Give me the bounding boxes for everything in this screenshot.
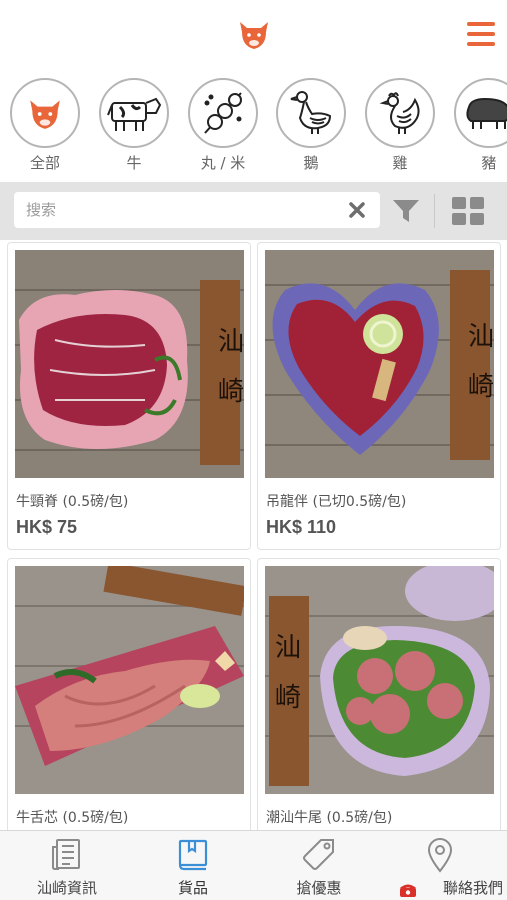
- svg-text:汕: 汕: [275, 633, 301, 663]
- toolbar-divider: [434, 194, 435, 228]
- ox-head-logo-icon: [10, 78, 80, 148]
- nav-products[interactable]: 貨品: [130, 831, 256, 900]
- category-beef[interactable]: 牛: [95, 76, 173, 173]
- search-toolbar: [0, 182, 507, 240]
- product-name: 牛頸脊 (0.5磅/包): [16, 494, 129, 510]
- filter-icon[interactable]: [392, 198, 420, 224]
- svg-text:崎: 崎: [275, 683, 301, 713]
- product-card[interactable]: 汕 崎 潮汕牛尾 (0.5磅/包): [257, 558, 501, 830]
- cow-icon: [99, 78, 169, 148]
- category-label: 鵝: [303, 154, 319, 172]
- nav-contact[interactable]: 聯絡我們: [377, 831, 503, 900]
- nav-label: 聯絡我們: [377, 877, 503, 898]
- product-card[interactable]: 牛舌芯 (0.5磅/包): [7, 558, 251, 830]
- product-name: 牛舌芯 (0.5磅/包): [16, 810, 129, 826]
- category-bar: 全部 牛 丸 / 米 鵝 雞 豬: [0, 76, 507, 180]
- nav-news[interactable]: 汕崎資訊: [4, 831, 130, 900]
- hamburger-menu-icon[interactable]: [467, 22, 495, 48]
- category-label: 豬: [481, 154, 497, 172]
- product-name: 吊龍伴 (已切0.5磅/包): [266, 494, 407, 510]
- meatball-skewer-icon: [188, 78, 258, 148]
- map-pin-icon: [427, 838, 453, 873]
- nav-label: 汕崎資訊: [36, 879, 97, 897]
- product-grid: 汕 崎 牛頸脊 (0.5磅/包) HK$ 75 汕 崎 吊龍伴 (已切0.5磅/…: [0, 240, 507, 830]
- nav-contact-label: 聯絡我們: [442, 879, 503, 897]
- product-card[interactable]: 汕 崎 吊龍伴 (已切0.5磅/包) HK$ 110: [257, 242, 501, 550]
- newspaper-icon: [52, 839, 80, 870]
- category-label: 牛: [126, 154, 142, 172]
- product-card[interactable]: 汕 崎 牛頸脊 (0.5磅/包) HK$ 75: [7, 242, 251, 550]
- goose-icon: [276, 78, 346, 148]
- product-image: [15, 566, 244, 794]
- ox-head-logo-icon[interactable]: [236, 16, 272, 52]
- category-label: 全部: [29, 154, 60, 172]
- svg-text:崎: 崎: [468, 372, 494, 402]
- grid-view-icon[interactable]: [452, 197, 484, 225]
- category-pork[interactable]: 豬: [450, 76, 507, 173]
- product-price: HK$ 110: [266, 517, 337, 537]
- category-label: 丸 / 米: [200, 154, 246, 172]
- svg-text:汕: 汕: [468, 322, 494, 352]
- category-label: 雞: [392, 154, 408, 172]
- telephone-icon: [400, 884, 417, 897]
- product-image: 汕 崎: [265, 250, 494, 478]
- close-icon[interactable]: [348, 201, 366, 219]
- chicken-icon: [365, 78, 435, 148]
- svg-text:崎: 崎: [218, 377, 244, 407]
- nav-label: 搶優惠: [296, 879, 342, 897]
- category-goose[interactable]: 鵝: [272, 76, 350, 173]
- search-box: [14, 192, 380, 228]
- product-image: 汕 崎: [265, 566, 494, 794]
- book-icon: [178, 839, 208, 871]
- svg-text:汕: 汕: [218, 327, 244, 357]
- category-meatball-rice[interactable]: 丸 / 米: [184, 76, 262, 173]
- product-image: 汕 崎: [15, 250, 244, 478]
- app-header: [0, 0, 507, 72]
- nav-deals[interactable]: 搶優惠: [256, 831, 382, 900]
- product-name: 潮汕牛尾 (0.5磅/包): [266, 810, 393, 826]
- category-chicken[interactable]: 雞: [361, 76, 439, 173]
- product-price: HK$ 75: [16, 517, 78, 537]
- nav-label: 貨品: [177, 879, 208, 897]
- pig-icon: [454, 78, 507, 148]
- bottom-nav: 汕崎資訊 貨品 搶優惠 聯絡我們: [0, 830, 507, 900]
- price-tag-icon: [303, 839, 334, 870]
- search-input[interactable]: [26, 198, 336, 222]
- category-all[interactable]: 全部: [6, 76, 84, 173]
